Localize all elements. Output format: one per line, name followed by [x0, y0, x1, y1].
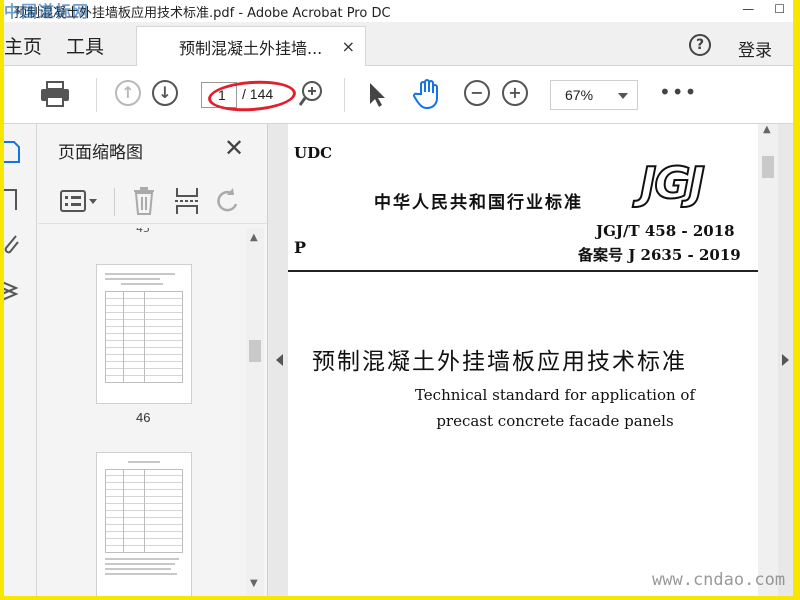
standard-code: JGJ/T 458 - 2018	[596, 222, 735, 240]
menu-tab-bar: 主页 工具 预制混凝土外挂墙... × ? 登录	[4, 22, 793, 66]
thumbnail-scrollbar[interactable]: ▲ ▼	[246, 228, 264, 596]
zoom-in-icon[interactable]: +	[502, 80, 528, 106]
site-watermark: 中国道标网	[4, 2, 90, 21]
scroll-up-icon[interactable]: ▲	[250, 232, 258, 243]
horizontal-rule	[288, 270, 758, 272]
p-label: P	[294, 238, 307, 257]
menu-home[interactable]: 主页	[4, 32, 42, 59]
udc-label: UDC	[294, 144, 333, 162]
tab-close-icon[interactable]: ×	[342, 37, 355, 56]
record-number: 备案号 J 2635 - 2019	[578, 246, 741, 264]
zoom-magnifier-icon[interactable]	[298, 80, 324, 108]
title-bar: 预制混凝土外挂墙板应用技术标准.pdf - Adobe Acrobat Pro …	[4, 0, 793, 22]
thumbnails-pane: 页面缩略图 ✕ 45 46 ▲ ▼	[38, 124, 268, 596]
pane-title: 页面缩略图	[58, 143, 143, 163]
document-title-en-line2: precast concrete facade panels	[436, 412, 674, 430]
attachments-icon[interactable]	[4, 232, 20, 256]
jgj-logo: JGJ	[639, 157, 706, 210]
more-tools-icon[interactable]: •••	[659, 80, 697, 104]
print-icon[interactable]	[40, 81, 70, 107]
rotate-icon[interactable]	[214, 186, 242, 216]
thumbnail-label: 46	[136, 410, 151, 425]
next-page-icon[interactable]: ↓	[152, 80, 178, 106]
main-toolbar: ↑ ↓ / 144 − + 67% •••	[4, 66, 793, 124]
zoom-level-value: 67%	[565, 87, 594, 103]
help-icon[interactable]: ?	[689, 34, 711, 56]
thumbnail-options-icon[interactable]	[60, 188, 100, 214]
pdf-page: UDC 中华人民共和国行业标准 JGJ JGJ/T 458 - 2018 备案号…	[288, 124, 758, 596]
collapse-left-icon[interactable]	[276, 354, 283, 366]
site-watermark-url: www.cndao.com	[652, 570, 786, 590]
thumbnail-list: 45 46	[38, 228, 246, 596]
expand-right-icon[interactable]	[782, 354, 789, 366]
thumbnail-label: 45	[136, 228, 150, 235]
acrobat-window: 预制混凝土外挂墙板应用技术标准.pdf - Adobe Acrobat Pro …	[4, 0, 793, 596]
scrollbar-thumb[interactable]	[762, 156, 774, 178]
prev-page-icon[interactable]: ↑	[115, 80, 141, 106]
insert-page-icon[interactable]	[174, 186, 200, 216]
layers-icon[interactable]	[4, 276, 20, 302]
toolbar-separator	[96, 78, 97, 112]
thumbnail-toolbar	[38, 178, 267, 224]
scroll-up-icon[interactable]: ▲	[763, 124, 771, 135]
minimize-button[interactable]: —	[742, 2, 754, 16]
zoom-level-select[interactable]: 67%	[550, 80, 638, 110]
document-scrollbar[interactable]: ▲	[758, 124, 778, 596]
scroll-down-icon[interactable]: ▼	[250, 578, 258, 589]
pane-close-icon[interactable]: ✕	[224, 134, 244, 162]
page-thumbnail[interactable]	[96, 452, 192, 596]
toolbar-separator	[344, 78, 345, 112]
toolbar-separator	[114, 188, 115, 216]
chevron-down-icon	[618, 93, 628, 99]
menu-tools[interactable]: 工具	[66, 32, 104, 59]
document-title-cn: 预制混凝土外挂墙板应用技术标准	[312, 349, 687, 375]
zoom-out-icon[interactable]: −	[464, 80, 490, 106]
document-title-en-line1: Technical standard for application of	[414, 386, 696, 404]
page-thumbnail[interactable]	[96, 264, 192, 404]
left-navigation-rail	[4, 124, 37, 596]
bookmarks-icon[interactable]	[4, 188, 20, 212]
hand-tool-icon[interactable]	[412, 78, 442, 110]
organization-title: 中华人民共和国行业标准	[374, 193, 583, 213]
select-cursor-icon[interactable]	[368, 82, 386, 108]
document-tab-title: 预制混凝土外挂墙...	[179, 38, 323, 58]
document-tab[interactable]: 预制混凝土外挂墙... ×	[136, 26, 366, 66]
trash-icon[interactable]	[132, 186, 156, 216]
page-thumbnails-icon[interactable]	[4, 140, 20, 164]
document-viewer: UDC 中华人民共和国行业标准 JGJ JGJ/T 458 - 2018 备案号…	[268, 124, 793, 596]
scrollbar-thumb[interactable]	[249, 340, 261, 362]
login-button[interactable]: 登录	[738, 36, 772, 61]
maximize-button[interactable]: ☐	[774, 2, 785, 16]
